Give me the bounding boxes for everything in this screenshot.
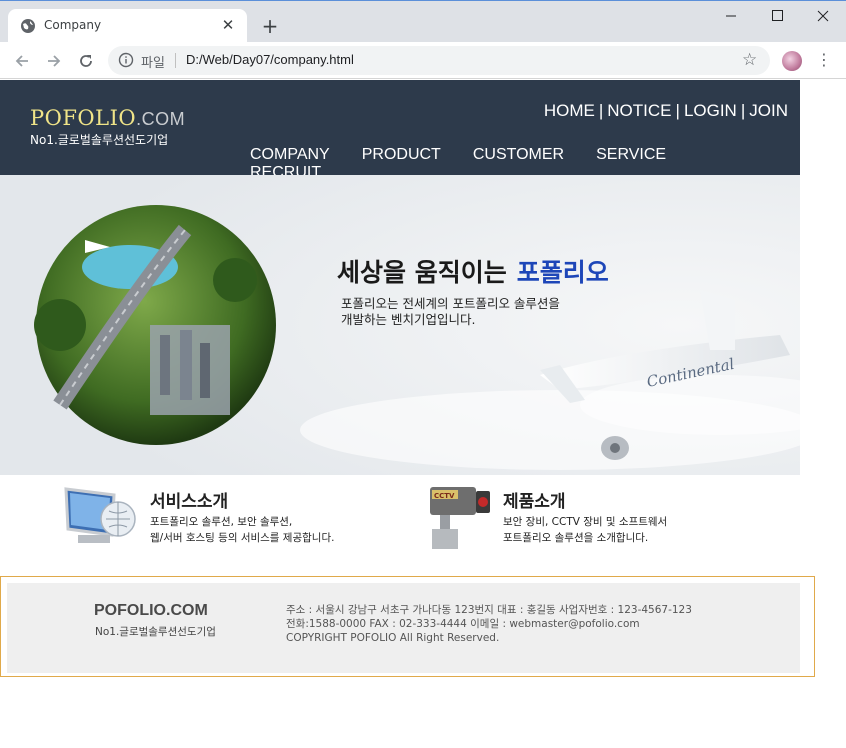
minimize-button[interactable] [708,1,754,31]
footer-panel: POFOLIO.COM No1.글로벌솔루션선도기업 주소 : 서울시 강남구 … [7,583,800,673]
logo-tagline: No1.글로벌솔루션선도기업 [30,133,169,147]
bookmark-star-icon[interactable]: ☆ [742,50,757,70]
hero-brand: 포폴리오 [516,258,609,287]
logo-dotcom: .COM [136,109,186,129]
maximize-button[interactable] [754,1,800,31]
minimize-icon [726,15,736,17]
nav-product[interactable]: PRODUCT [362,146,441,164]
nav-home[interactable]: HOME [544,101,595,120]
site-footer: POFOLIO.COM No1.글로벌솔루션선도기업 주소 : 서울시 강남구 … [0,576,815,677]
page-content: POFOLIO.COM No1.글로벌솔루션선도기업 HOME | NOTICE | L… [0,80,800,576]
menu-kebab-icon[interactable]: ⋮ [814,50,834,70]
logo-main: POFOLIO [30,106,137,130]
cctv-label: CCTV [434,492,455,500]
close-window-button[interactable] [800,1,846,31]
util-divider: | [598,101,604,120]
util-divider: | [675,101,680,120]
browser-toolbar: 파일 D:/Web/Day07/company.html ☆ ⋮ [0,42,846,79]
util-divider: | [740,101,746,120]
url-text[interactable]: D:/Web/Day07/company.html [186,52,354,67]
service-intro-card[interactable]: 서비스소개 포트폴리오 솔루션, 보안 솔루션, 웹/서버 호스팅 등의 서비스… [0,475,400,576]
nav-join[interactable]: JOIN [749,101,788,120]
hero-title: 세상을 움직이는 포폴리오 [337,253,609,289]
new-tab-button[interactable]: + [259,16,281,38]
services-section: 서비스소개 포트폴리오 솔루션, 보안 솔루션, 웹/서버 호스팅 등의 서비스… [0,475,800,576]
back-icon[interactable] [12,51,32,71]
footer-info: 주소 : 서울시 강남구 서초구 가나다동 123번지 대표 : 홍길동 사업자… [286,603,692,645]
product-intro-title: 제품소개 [503,492,566,512]
nav-notice[interactable]: NOTICE [607,101,671,120]
footer-contact-line: 전화:1588-0000 FAX : 02-333-4444 이메일 : web… [286,618,640,630]
hero-title-text: 세상을 움직이는 [337,258,507,287]
nav-customer[interactable]: CUSTOMER [473,146,564,164]
info-icon[interactable] [118,52,134,68]
service-intro-line2: 웹/서버 호스팅 등의 서비스를 제공합니다. [150,532,335,544]
service-intro-title: 서비스소개 [150,492,229,512]
forward-icon[interactable] [44,51,64,71]
nav-login[interactable]: LOGIN [684,101,737,120]
browser-tab[interactable]: Company ✕ [8,9,247,43]
nav-service[interactable]: SERVICE [596,146,666,164]
footer-address-line: 주소 : 서울시 강남구 서초구 가나다동 123번지 대표 : 홍길동 사업자… [286,604,692,616]
address-separator [175,53,176,68]
browser-tab-strip: Company ✕ + [0,0,846,43]
hero-banner: Continental 세상을 움직이는 포폴리오 포폴리오는 전세계의 포트폴리… [0,175,800,475]
address-bar[interactable]: 파일 D:/Web/Day07/company.html ☆ [108,46,770,75]
cctv-camera-icon: CCTV [430,487,490,549]
utility-nav: HOME | NOTICE | LOGIN | JOIN [542,101,790,121]
site-logo[interactable]: POFOLIO.COM [30,106,185,130]
hero-desc-line2: 개발하는 벤치기업입니다. [341,312,476,327]
reload-icon[interactable] [76,51,96,71]
product-intro-card[interactable]: CCTV 제품소개 보안 장비, CCTV 장비 및 소프트웨서 포트폴리오 솔… [400,475,800,576]
maximize-icon [772,10,783,21]
site-header: POFOLIO.COM No1.글로벌솔루션선도기업 HOME | NOTICE | L… [0,80,800,181]
service-intro-line1: 포트폴리오 솔루션, 보안 솔루션, [150,516,293,528]
tab-title: Company [44,18,102,32]
hero-description: 포폴리오는 전세계의 포트폴리오 솔루션을 개발하는 벤치기업입니다. [341,296,601,328]
close-tab-icon[interactable]: ✕ [219,16,237,34]
footer-copyright: COPYRIGHT POFOLIO All Right Reserved. [286,632,500,644]
hero-desc-line1: 포폴리오는 전세계의 포트폴리오 솔루션을 [341,296,560,311]
profile-avatar[interactable] [782,51,802,71]
globe-icon [21,19,35,33]
monitor-globe-icon [64,487,136,543]
product-intro-line2: 포트폴리오 솔루션을 소개합니다. [503,532,649,544]
scheme-label: 파일 [141,56,165,71]
nav-company[interactable]: COMPANY [250,146,330,164]
footer-logo[interactable]: POFOLIO.COM [94,602,208,620]
product-intro-line1: 보안 장비, CCTV 장비 및 소프트웨서 [503,516,668,528]
footer-tagline: No1.글로벌솔루션선도기업 [95,626,216,638]
close-window-icon [817,10,829,22]
